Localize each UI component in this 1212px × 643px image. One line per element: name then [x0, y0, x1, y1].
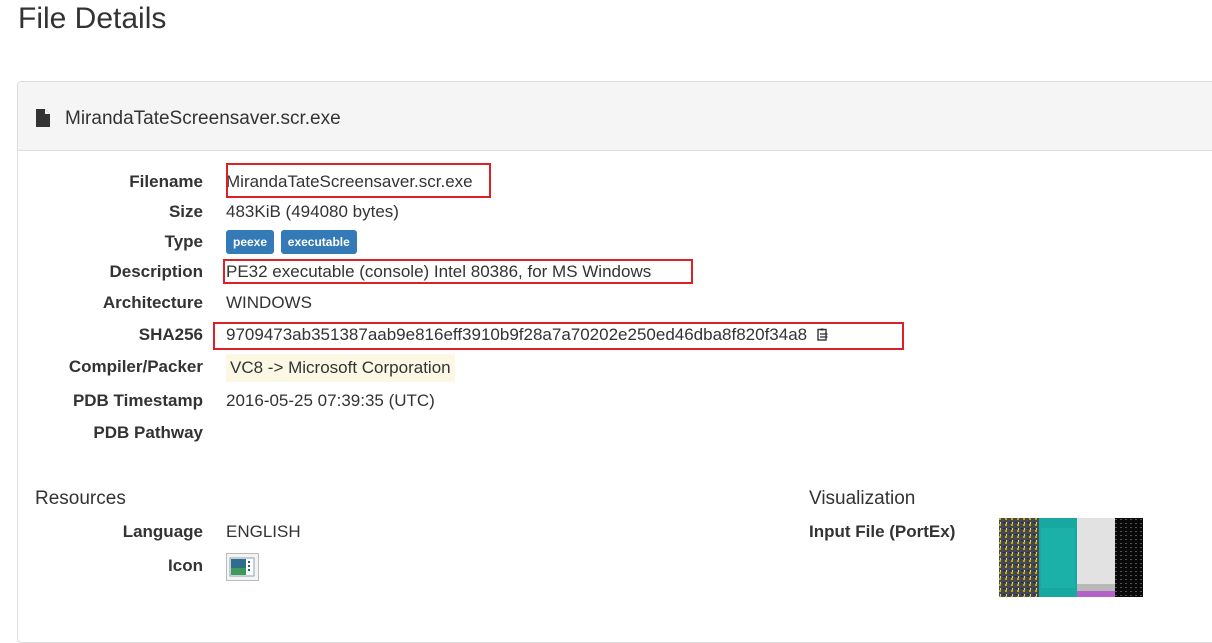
size-label: Size: [168, 202, 203, 221]
input-file-portex-label: Input File (PortEx): [809, 522, 956, 541]
pdb-timestamp-value: 2016-05-25 07:39:35 (UTC): [226, 391, 435, 410]
language-value: ENGLISH: [226, 522, 301, 541]
visualization-title: Visualization: [809, 488, 916, 509]
description-label: Description: [109, 262, 203, 281]
architecture-value: WINDOWS: [226, 293, 312, 312]
portex-visualization-image[interactable]: [999, 518, 1143, 597]
type-label: Type: [164, 232, 203, 251]
filename-label: Filename: [129, 172, 203, 191]
panel-heading-filename: MirandaTateScreensaver.scr.exe: [65, 108, 341, 129]
type-tags: peexe executable: [226, 230, 359, 254]
sha256-highlight-box: [213, 322, 904, 350]
language-label: Language: [122, 522, 203, 541]
resource-icon-thumbnail[interactable]: [226, 553, 259, 581]
compiler-label: Compiler/Packer: [68, 357, 203, 376]
pdb-timestamp-label: PDB Timestamp: [72, 391, 203, 410]
type-tag-peexe[interactable]: peexe: [226, 230, 275, 254]
portex-visualization-graphic: [999, 518, 1143, 597]
pdb-pathway-label: PDB Pathway: [93, 423, 203, 442]
compiler-value: VC8 -> Microsoft Corporation: [226, 354, 455, 382]
type-tag-executable[interactable]: executable: [280, 230, 357, 254]
resources-title: Resources: [35, 488, 126, 509]
file-icon: [36, 109, 50, 127]
architecture-label: Architecture: [102, 293, 203, 312]
sha256-label: SHA256: [138, 325, 203, 344]
application-window-icon: [229, 557, 255, 577]
panel-heading: MirandaTateScreensaver.scr.exe: [18, 82, 1212, 151]
description-highlight-box: [223, 259, 693, 284]
size-value: 483KiB (494080 bytes): [226, 202, 399, 221]
icon-label: Icon: [168, 556, 203, 575]
page-title: File Details: [18, 2, 167, 35]
filename-highlight-box: [226, 163, 491, 198]
